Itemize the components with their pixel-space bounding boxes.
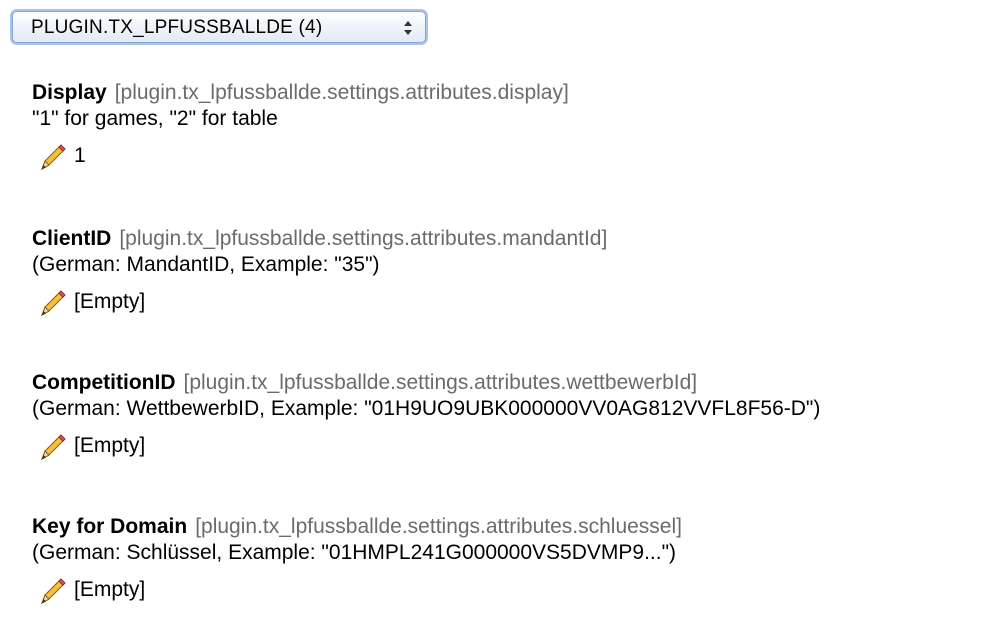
pencil-icon[interactable] xyxy=(36,142,68,174)
pencil-icon[interactable] xyxy=(36,432,68,464)
entry-key: [plugin.tx_lpfussballde.settings.attribu… xyxy=(195,515,682,538)
entry-value: [Empty] xyxy=(74,434,146,457)
entry-header: ClientID [plugin.tx_lpfussballde.settings… xyxy=(32,226,982,252)
constant-entry-key-for-domain: Key for Domain [plugin.tx_lpfussballde.se… xyxy=(32,514,982,605)
entry-key: [plugin.tx_lpfussballde.settings.attribu… xyxy=(114,81,569,104)
pencil-icon[interactable] xyxy=(36,288,68,320)
entry-description: (German: Schlüssel, Example: "01HMPL241G… xyxy=(32,541,677,564)
entry-description: (German: MandantID, Example: "35") xyxy=(32,253,380,276)
category-select-label: PLUGIN.TX_LPFUSSBALLDE (4) xyxy=(31,17,323,38)
pencil-icon[interactable] xyxy=(36,576,68,608)
entry-value: [Empty] xyxy=(74,290,146,313)
entry-description: "1" for games, "2" for table xyxy=(32,107,278,130)
entry-value-edit[interactable]: [Empty] xyxy=(32,576,982,605)
entry-description: (German: WettbewerbID, Example: "01H9UO9… xyxy=(32,397,821,420)
entry-header: Key for Domain [plugin.tx_lpfussballde.se… xyxy=(32,514,982,540)
entry-title: Key for Domain xyxy=(32,515,188,538)
entry-value-edit[interactable]: [Empty] xyxy=(32,432,982,461)
entry-value-edit[interactable]: [Empty] xyxy=(32,288,982,317)
entry-title: Display xyxy=(32,81,107,104)
up-down-arrows-icon xyxy=(404,21,412,35)
entry-header: CompetitionID [plugin.tx_lpfussballde.set… xyxy=(32,370,982,396)
entry-value: [Empty] xyxy=(74,578,146,601)
constant-entry-display: Display [plugin.tx_lpfussballde.settings.… xyxy=(32,80,982,171)
entry-key: [plugin.tx_lpfussballde.settings.attribu… xyxy=(183,371,698,394)
entry-key: [plugin.tx_lpfussballde.settings.attribu… xyxy=(119,227,608,250)
category-select[interactable]: PLUGIN.TX_LPFUSSBALLDE (4) xyxy=(12,11,426,43)
entry-value: 1 xyxy=(74,144,86,167)
entry-title: ClientID xyxy=(32,227,112,250)
constant-entry-clientid: ClientID [plugin.tx_lpfussballde.settings… xyxy=(32,226,982,317)
entry-header: Display [plugin.tx_lpfussballde.settings.… xyxy=(32,80,982,106)
entry-title: CompetitionID xyxy=(32,371,176,394)
constant-entry-competitionid: CompetitionID [plugin.tx_lpfussballde.set… xyxy=(32,370,982,461)
entry-value-edit[interactable]: 1 xyxy=(32,142,982,171)
